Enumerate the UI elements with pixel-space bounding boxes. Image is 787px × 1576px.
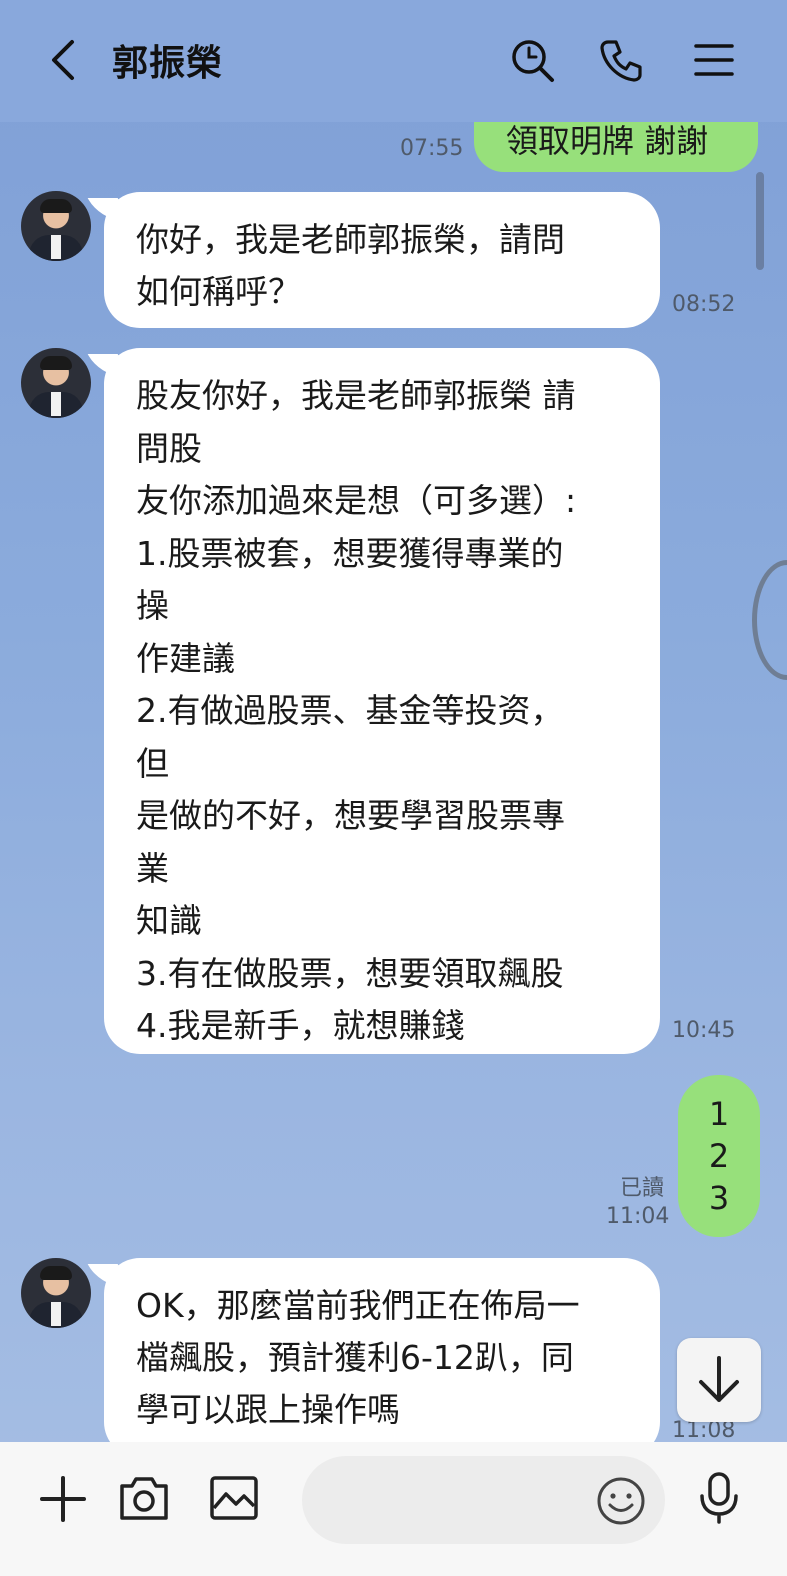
scroll-to-bottom-button[interactable] bbox=[677, 1338, 761, 1422]
arrow-down-icon bbox=[699, 1356, 739, 1402]
scrollbar[interactable] bbox=[756, 172, 764, 270]
phone-icon bbox=[600, 40, 642, 82]
emoji-button[interactable] bbox=[594, 1474, 648, 1528]
emoji-icon bbox=[597, 1477, 645, 1525]
microphone-icon bbox=[700, 1472, 738, 1524]
received-message-bubble[interactable]: OK，那麼當前我們正在佈局一 檔飆股，預計獲利6-12趴，同 學可以跟上操作嗎 bbox=[87, 1258, 660, 1458]
message-time: 11:04 bbox=[606, 1204, 670, 1229]
message-line: 操 bbox=[136, 586, 169, 625]
received-message-bubble[interactable]: 股友你好，我是老師郭振榮 請 問股 友你添加過來是想（可多選）: 1.股票被套，… bbox=[87, 348, 660, 1054]
search-button[interactable] bbox=[508, 36, 556, 84]
message-line: 3 bbox=[708, 1179, 730, 1217]
message-line: 但 bbox=[136, 743, 169, 783]
chat-title: 郭振榮 bbox=[112, 43, 224, 84]
message-line: 問股 bbox=[136, 428, 202, 468]
contact-avatar[interactable] bbox=[21, 1258, 91, 1328]
message-time: 10:45 bbox=[672, 1018, 736, 1043]
message-line: 如何稱呼？ bbox=[136, 272, 301, 311]
message-line: 1.股票被套，想要獲得專業的 bbox=[136, 533, 564, 573]
message-line: 友你添加過來是想（可多選）: bbox=[136, 481, 577, 520]
message-line: 業 bbox=[136, 848, 169, 888]
message-line: OK，那麼當前我們正在佈局一 bbox=[136, 1286, 580, 1325]
message-line: 是做的不好，想要學習股票專 bbox=[136, 796, 565, 835]
message-line: 你好，我是老師郭振榮，請問 bbox=[136, 220, 565, 259]
message-line: 4.我是新手，就想賺錢 bbox=[136, 1006, 465, 1045]
menu-button[interactable] bbox=[690, 36, 738, 84]
message-line: 知識 bbox=[136, 901, 202, 940]
message-line: 2.有做過股票、基金等投资， bbox=[136, 691, 564, 730]
message-time: 08:52 bbox=[672, 292, 736, 317]
voice-button[interactable] bbox=[692, 1470, 746, 1524]
call-button[interactable] bbox=[598, 36, 646, 84]
image-icon bbox=[210, 1476, 258, 1520]
chevron-left-icon bbox=[52, 40, 74, 80]
received-message-bubble[interactable]: 你好，我是老師郭振榮，請問 如何稱呼？ bbox=[87, 192, 660, 328]
menu-icon bbox=[694, 44, 734, 76]
search-icon bbox=[512, 40, 554, 82]
read-receipt: 已讀 bbox=[620, 1176, 665, 1201]
sent-message-bubble[interactable]: 1 2 3 bbox=[678, 1075, 760, 1237]
message-line: 3.有在做股票，想要領取飆股 bbox=[136, 953, 564, 993]
message-line: 檔飆股，預計獲利6-12趴，同 bbox=[136, 1338, 574, 1377]
sent-message-text: 領取明牌 謝謝 bbox=[506, 122, 709, 160]
plus-icon bbox=[40, 1476, 86, 1522]
message-time: 07:55 bbox=[400, 136, 464, 161]
side-drawer-handle[interactable] bbox=[752, 560, 787, 680]
message-line: 學可以跟上操作嗎 bbox=[136, 1390, 400, 1429]
camera-icon bbox=[120, 1477, 168, 1520]
add-button[interactable] bbox=[36, 1472, 90, 1526]
chat-screen: 領取明牌 謝謝 已讀 07:55 你好，我是老師郭振榮，請問 如何稱呼？ 08:… bbox=[0, 0, 787, 1576]
contact-avatar[interactable] bbox=[21, 191, 91, 261]
message-line: 股友你好，我是老師郭振榮 請 bbox=[136, 376, 576, 415]
message-list[interactable]: 領取明牌 謝謝 已讀 07:55 你好，我是老師郭振榮，請問 如何稱呼？ 08:… bbox=[0, 0, 787, 1458]
gallery-button[interactable] bbox=[206, 1470, 260, 1524]
message-line: 作建議 bbox=[136, 638, 235, 678]
chat-header: 郭振榮 bbox=[0, 0, 787, 122]
contact-avatar[interactable] bbox=[21, 348, 91, 418]
back-button[interactable] bbox=[44, 36, 84, 84]
message-line: 1 bbox=[708, 1095, 730, 1133]
camera-button[interactable] bbox=[116, 1470, 170, 1524]
message-line: 2 bbox=[708, 1137, 730, 1175]
